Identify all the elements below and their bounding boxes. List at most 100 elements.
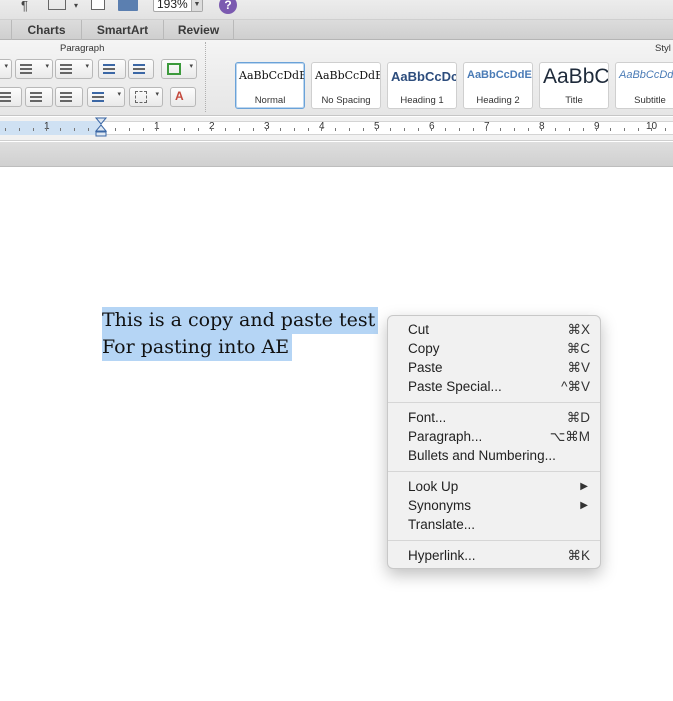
ruler-tick xyxy=(143,128,144,131)
menu-item-bullets-numbering[interactable]: Bullets and Numbering... xyxy=(388,446,600,465)
borders-button[interactable]: ▾ xyxy=(129,87,163,107)
horizontal-ruler[interactable]: 1 1 2 3 4 5 6 7 8 9 10 xyxy=(0,117,673,141)
menu-item-label: Bullets and Numbering... xyxy=(408,448,556,463)
menu-item-label: Synonyms xyxy=(408,498,472,513)
chevron-down-icon[interactable]: ▾ xyxy=(74,0,78,14)
menu-item-label: Translate... xyxy=(408,517,476,532)
align-left-button[interactable] xyxy=(0,87,22,107)
ruler-tick xyxy=(418,128,419,131)
menu-item-label: Font... xyxy=(408,410,447,425)
style-heading-2[interactable]: AaBbCcDdEe Heading 2 xyxy=(463,62,533,109)
menu-item-paragraph[interactable]: Paragraph... ⌥⌘M xyxy=(388,427,600,446)
ruler-tick xyxy=(253,128,254,131)
tab-review[interactable]: Review xyxy=(164,20,234,40)
numbering-button[interactable]: ▾ xyxy=(15,59,53,79)
chevron-down-icon[interactable]: ▾ xyxy=(85,62,89,70)
menu-item-synonyms[interactable]: Synonyms ▶ xyxy=(388,496,600,515)
menu-item-label: Hyperlink... xyxy=(408,548,476,563)
view-layout-icon[interactable] xyxy=(48,0,66,10)
ruler-tick xyxy=(459,128,460,131)
ruler-tick xyxy=(349,128,350,131)
ruler-tick xyxy=(569,128,570,131)
menu-separator xyxy=(388,540,600,541)
menu-item-font[interactable]: Font... ⌘D xyxy=(388,408,600,427)
ruler-tick xyxy=(555,128,556,131)
menu-item-copy[interactable]: Copy ⌘C xyxy=(388,339,600,358)
menu-separator xyxy=(388,402,600,403)
ruler-spacer xyxy=(0,142,673,167)
style-sample-text: AaBbCcDc xyxy=(391,69,456,84)
ruler-tick xyxy=(129,128,130,131)
ruler-tick xyxy=(445,128,446,131)
multilevel-list-button[interactable]: ▾ xyxy=(55,59,93,79)
ruler-tick xyxy=(294,128,295,131)
chevron-down-icon[interactable]: ▼ xyxy=(191,0,202,11)
line-spacing-button[interactable]: ▾ xyxy=(87,87,125,107)
justify-button[interactable] xyxy=(55,87,83,107)
columns-button[interactable]: ▾ xyxy=(161,59,197,79)
menu-item-shortcut: ⌘C xyxy=(566,341,590,356)
submenu-arrow-icon: ▶ xyxy=(580,481,588,492)
menu-item-shortcut: ^⌘V xyxy=(561,379,590,394)
ruler-left-margin xyxy=(0,121,101,135)
indent-marker-icon[interactable] xyxy=(95,117,107,141)
style-normal[interactable]: AaBbCcDdEe Normal xyxy=(235,62,305,109)
document-line-2[interactable]: For pasting into AE xyxy=(102,334,293,361)
menu-item-translate[interactable]: Translate... xyxy=(388,515,600,534)
word-window: ¶ ▾ 193% ▼ ? Charts SmartArt Review Para… xyxy=(0,0,673,701)
style-title[interactable]: AaBbC( Title xyxy=(539,62,609,109)
shading-button[interactable]: A xyxy=(170,87,196,107)
ruler-tick xyxy=(376,128,377,131)
bullets-button[interactable]: ▾ xyxy=(0,59,12,79)
media-browser-icon[interactable] xyxy=(118,0,138,11)
ruler-tick xyxy=(321,128,322,131)
menu-item-look-up[interactable]: Look Up ▶ xyxy=(388,477,600,496)
increase-indent-button[interactable] xyxy=(128,59,154,79)
columns-icon xyxy=(167,63,181,75)
style-label: Title xyxy=(565,95,583,106)
style-heading-1[interactable]: AaBbCcDc Heading 1 xyxy=(387,62,457,109)
ruler-text-area xyxy=(101,121,673,135)
menu-item-label: Cut xyxy=(408,322,430,337)
ruler-tick xyxy=(473,128,474,131)
menu-item-shortcut: ⌘V xyxy=(567,360,590,375)
ruler-tick xyxy=(184,128,185,131)
chevron-down-icon[interactable]: ▾ xyxy=(45,62,49,70)
standard-toolbar: ¶ ▾ 193% ▼ ? xyxy=(0,0,673,20)
tab-smartart[interactable]: SmartArt xyxy=(82,20,164,40)
group-divider xyxy=(205,42,206,112)
align-right-button[interactable] xyxy=(25,87,53,107)
ruler-tick xyxy=(5,128,6,131)
style-subtitle[interactable]: AaBbCcDd Subtitle xyxy=(615,62,673,109)
menu-item-label: Paragraph... xyxy=(408,429,483,444)
style-sample-text: AaBbC( xyxy=(543,65,608,88)
zoom-select[interactable]: 193% ▼ xyxy=(153,0,203,12)
ruler-tick xyxy=(528,128,529,131)
menu-item-paste[interactable]: Paste ⌘V xyxy=(388,358,600,377)
menu-item-hyperlink[interactable]: Hyperlink... ⌘K xyxy=(388,546,600,565)
document-icon[interactable] xyxy=(91,0,105,10)
menu-item-shortcut: ⌘X xyxy=(567,322,590,337)
document-line-1[interactable]: This is a copy and paste test xyxy=(102,307,379,334)
style-sample-text: AaBbCcDdEe xyxy=(315,69,380,82)
tab-partial[interactable] xyxy=(0,20,12,40)
menu-item-paste-special[interactable]: Paste Special... ^⌘V xyxy=(388,377,600,396)
pilcrow-icon[interactable]: ¶ xyxy=(21,0,28,14)
style-no-spacing[interactable]: AaBbCcDdEe No Spacing xyxy=(311,62,381,109)
ruler-tick xyxy=(115,128,116,131)
help-icon[interactable]: ? xyxy=(219,0,237,14)
menu-item-label: Paste xyxy=(408,360,443,375)
menu-item-cut[interactable]: Cut ⌘X xyxy=(388,320,600,339)
ruler-tick xyxy=(225,128,226,131)
menu-item-label: Copy xyxy=(408,341,440,356)
style-label: Normal xyxy=(254,95,286,106)
ruler-tick xyxy=(33,128,34,131)
chevron-down-icon[interactable]: ▾ xyxy=(117,90,121,98)
ruler-tick xyxy=(363,128,364,131)
ruler-tick xyxy=(335,128,336,131)
tab-charts[interactable]: Charts xyxy=(12,20,82,40)
ruler-tick xyxy=(46,128,47,131)
decrease-indent-button[interactable] xyxy=(98,59,126,79)
ruler-tick xyxy=(280,128,281,131)
menu-item-label: Paste Special... xyxy=(408,379,502,394)
